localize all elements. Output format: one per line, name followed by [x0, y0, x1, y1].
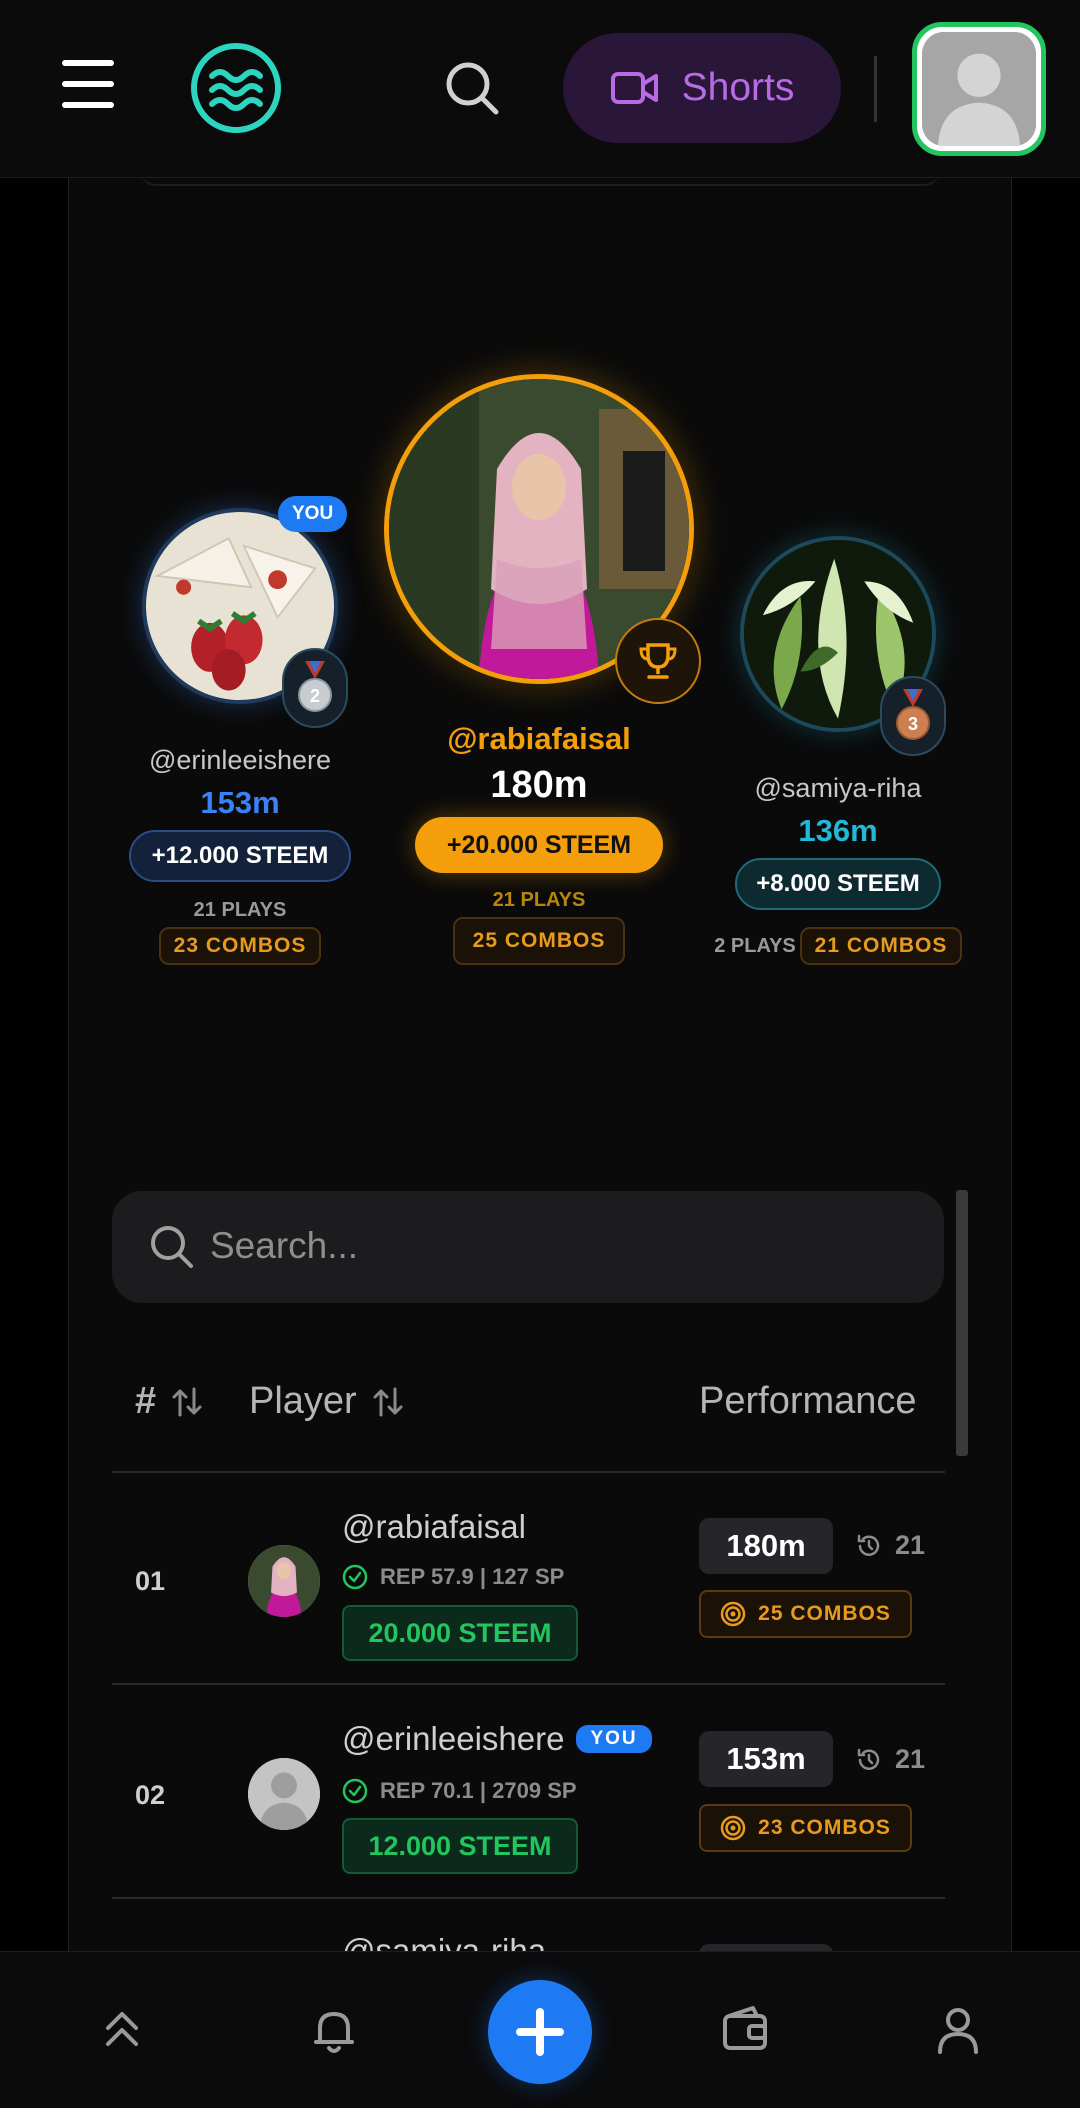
podium-second-reward: +12.000 STEEM — [129, 830, 351, 882]
row-reputation: REP 57.9 | 127 SP — [342, 1564, 564, 1590]
podium-third-combos: 21 COMBOS — [800, 927, 962, 965]
default-avatar-icon — [248, 1758, 320, 1830]
row-rep-text: REP 70.1 | 2709 SP — [380, 1778, 577, 1803]
podium-third-username[interactable]: @samiya-riha — [755, 773, 922, 804]
shorts-label: Shorts — [681, 66, 795, 109]
podium-first-metric: 180m — [490, 764, 588, 806]
row-rank: 01 — [135, 1566, 166, 1596]
header-divider-line — [112, 1471, 945, 1473]
podium-first-username[interactable]: @rabiafaisal — [447, 721, 631, 757]
user-icon[interactable] — [930, 2002, 986, 2058]
podium-third-reward: +8.000 STEEM — [735, 858, 941, 910]
silver-medal-icon: 2 — [282, 648, 348, 728]
podium-first-plays: 21 PLAYS — [492, 889, 586, 911]
column-header-rank[interactable]: # — [135, 1380, 204, 1423]
column-header-rank-label: # — [135, 1380, 157, 1422]
you-badge: YOU — [576, 1725, 652, 1753]
sort-icon — [373, 1387, 403, 1416]
top-bar: Shorts — [0, 0, 1080, 178]
search-placeholder: Search... — [210, 1225, 359, 1266]
row-plays: 21 — [855, 1530, 925, 1561]
row-combos-text: 23 COMBOS — [758, 1816, 891, 1839]
bottom-navigation — [0, 1951, 1080, 2108]
wallet-icon[interactable] — [717, 2002, 773, 2058]
podium-second-username[interactable]: @erinleeishere — [149, 745, 331, 776]
avatar[interactable] — [248, 1545, 320, 1617]
bronze-medal-icon: 3 — [880, 676, 946, 756]
row-username-text: @rabiafaisal — [342, 1508, 526, 1545]
row-plays-text: 21 — [895, 1744, 926, 1774]
row-username[interactable]: @rabiafaisal — [342, 1508, 526, 1546]
podium-third-plays: 2 PLAYS — [714, 935, 796, 957]
bell-icon[interactable] — [306, 2002, 362, 2058]
row-reputation: REP 70.1 | 2709 SP — [342, 1778, 577, 1804]
header-divider — [874, 56, 877, 122]
app-logo-icon[interactable] — [190, 42, 282, 134]
row-steem-reward: 12.000 STEEM — [342, 1818, 578, 1874]
podium-first-reward: +20.000 STEEM — [415, 817, 663, 873]
person-photo-image — [248, 1545, 320, 1617]
row-rep-text: REP 57.9 | 127 SP — [380, 1564, 565, 1589]
podium-second-metric: 153m — [200, 785, 280, 820]
row-combos: 23 COMBOS — [699, 1804, 912, 1852]
row-rank: 02 — [135, 1780, 166, 1810]
history-icon — [857, 1748, 880, 1770]
history-icon — [857, 1534, 880, 1556]
hamburger-menu-icon[interactable] — [62, 60, 114, 108]
verified-check-icon — [342, 1778, 368, 1804]
podium-first-combos: 25 COMBOS — [453, 917, 625, 965]
row-steem-reward: 20.000 STEEM — [342, 1605, 578, 1661]
row-combos-text: 25 COMBOS — [758, 1602, 891, 1625]
row-divider — [112, 1897, 945, 1899]
row-plays-text: 21 — [895, 1530, 926, 1560]
chevrons-up-icon[interactable] — [94, 2002, 150, 2058]
verified-check-icon — [342, 1564, 368, 1590]
row-metric: 180m — [699, 1518, 833, 1574]
row-divider — [112, 1683, 945, 1685]
profile-avatar-button[interactable] — [912, 22, 1046, 156]
you-badge: YOU — [278, 496, 348, 532]
podium-third-metric: 136m — [798, 813, 878, 848]
search-input[interactable]: Search... — [112, 1191, 944, 1303]
search-icon[interactable] — [442, 58, 502, 118]
column-header-player[interactable]: Player — [249, 1380, 405, 1423]
default-avatar-icon — [922, 32, 1036, 146]
podium-second-combos: 23 COMBOS — [159, 927, 321, 965]
row-combos: 25 COMBOS — [699, 1590, 912, 1638]
avatar[interactable] — [248, 1758, 320, 1830]
scrollbar-thumb[interactable] — [956, 1190, 968, 1456]
row-username[interactable]: @erinleeishere YOU — [342, 1720, 652, 1758]
trophy-icon — [615, 618, 701, 704]
video-camera-icon — [610, 72, 658, 104]
target-icon — [720, 1815, 746, 1841]
svg-text:3: 3 — [908, 714, 918, 734]
column-header-performance[interactable]: Performance — [699, 1380, 945, 1423]
target-icon — [720, 1601, 746, 1627]
row-username-text: @erinleeishere — [342, 1720, 565, 1757]
svg-text:2: 2 — [310, 686, 320, 706]
column-header-player-label: Player — [249, 1380, 357, 1422]
row-plays: 21 — [855, 1744, 925, 1775]
row-metric: 153m — [699, 1731, 833, 1787]
create-post-button[interactable] — [488, 1980, 592, 2084]
podium-second-plays: 21 PLAYS — [193, 899, 287, 921]
shorts-button[interactable]: Shorts — [563, 33, 841, 143]
plus-icon — [516, 2008, 564, 2056]
column-header-performance-label: Performance — [699, 1380, 917, 1422]
search-icon — [151, 1226, 193, 1268]
sort-icon — [172, 1387, 202, 1416]
